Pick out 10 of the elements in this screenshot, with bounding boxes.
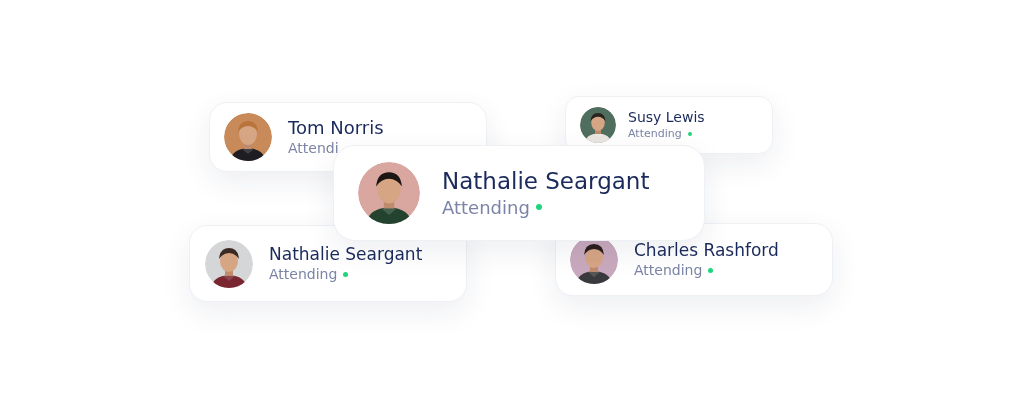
attendance-status: Attending [442,195,530,220]
attendance-status: Attending [634,261,703,280]
attendee-name: Nathalie Seargant [269,243,423,266]
attendee-name: Susy Lewis [628,109,705,127]
attendee-name: Charles Rashford [634,239,779,262]
attendance-status: Attending [269,265,338,284]
attendance-status: Attending [628,126,682,141]
attendee-name: Tom Norris [288,116,384,140]
attendee-name: Nathalie Seargant [442,166,650,196]
attendance-status: Attendi [288,139,339,158]
